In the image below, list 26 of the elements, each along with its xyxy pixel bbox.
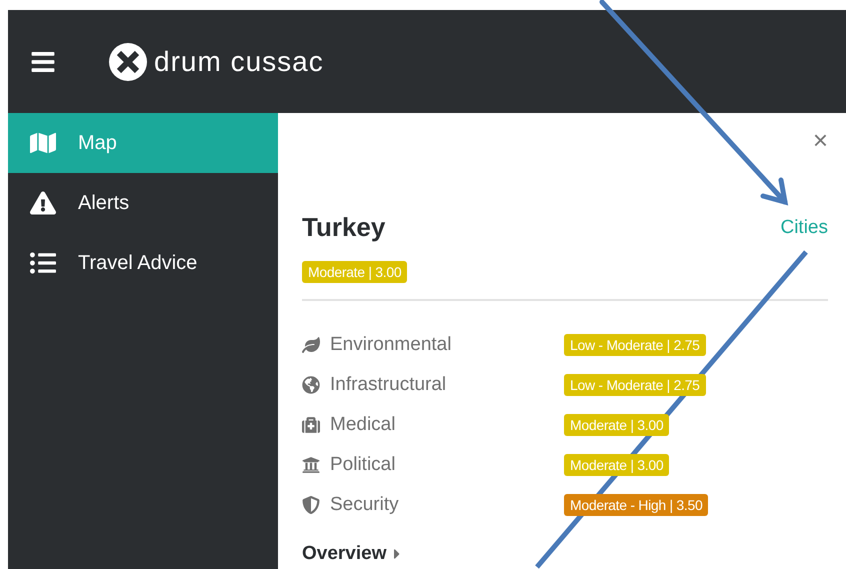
risk-rating: Low - Moderate | 2.75 — [564, 374, 706, 396]
section-heading[interactable]: Overview — [302, 543, 386, 565]
close-button[interactable]: × — [812, 127, 828, 153]
risk-rating: Moderate - High | 3.50 — [564, 494, 708, 516]
map-icon — [30, 130, 56, 156]
medical-kit-icon — [302, 416, 320, 434]
leaf-icon — [302, 336, 320, 354]
brand-name: drum cussac — [154, 46, 324, 78]
risk-rating: Moderate | 3.00 — [564, 454, 670, 476]
country-title: Turkey — [302, 212, 386, 243]
risk-category: Medical — [330, 414, 396, 436]
risk-category: Environmental — [330, 334, 452, 356]
logo-icon — [108, 42, 148, 82]
columned-building-icon — [302, 456, 320, 474]
risk-rating: Moderate | 3.00 — [564, 414, 670, 436]
risk-category: Infrastructural — [330, 374, 446, 396]
warning-icon — [30, 190, 56, 216]
risk-category: Political — [330, 454, 396, 476]
risk-rating: Moderate | 3.00 — [302, 261, 408, 283]
risk-category: Security — [330, 494, 399, 516]
list-icon — [30, 250, 56, 276]
globe-icon — [302, 376, 320, 394]
shield-icon — [302, 496, 320, 514]
sidebar-item[interactable]: Travel Advice — [8, 233, 278, 293]
risk-rating: Low - Moderate | 2.75 — [564, 334, 706, 356]
sidebar-item[interactable]: Alerts — [8, 173, 278, 233]
